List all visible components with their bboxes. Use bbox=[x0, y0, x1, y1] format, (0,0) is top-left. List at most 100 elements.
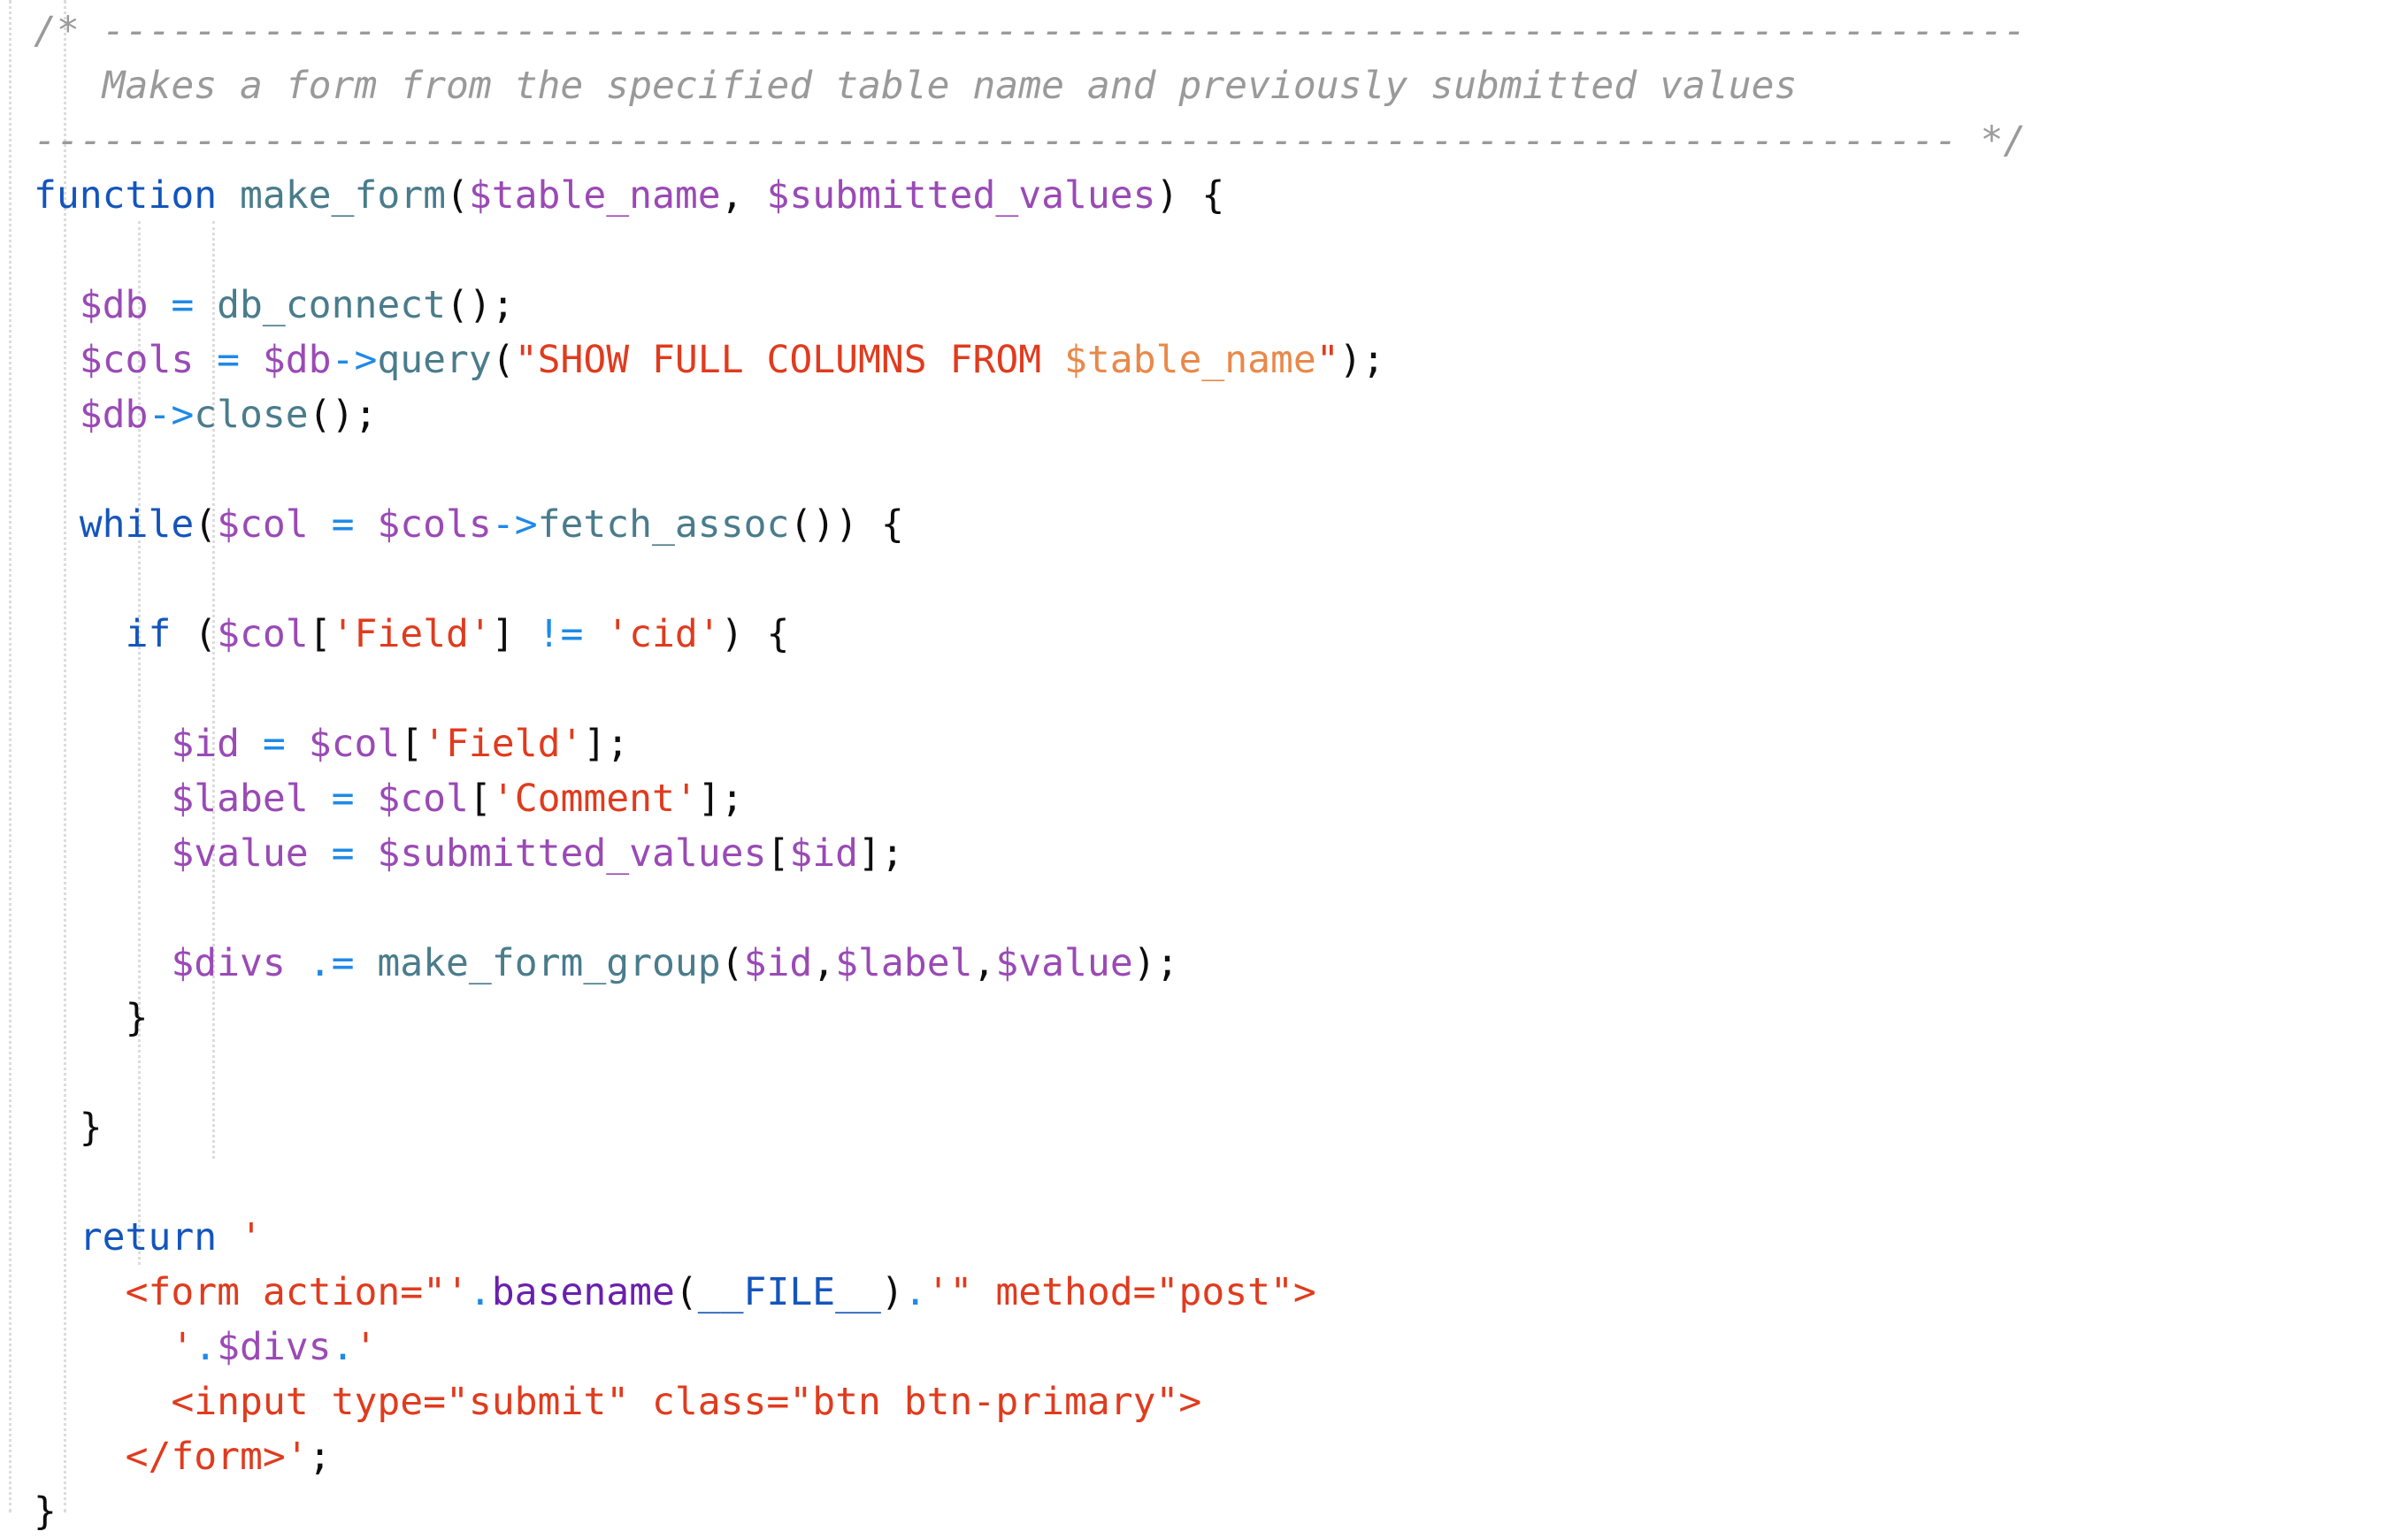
token-op: . bbox=[468, 1270, 492, 1314]
code-line[interactable]: if ($col['Field'] != 'cid') { bbox=[34, 607, 2408, 662]
token-var: $value bbox=[995, 941, 1133, 985]
token-op: = bbox=[262, 722, 286, 766]
code-line[interactable] bbox=[34, 223, 2408, 278]
token-var: $submitted_values bbox=[766, 173, 1156, 218]
token-string: 'Comment' bbox=[491, 777, 698, 821]
code-line[interactable]: $divs .= make_form_group($id,$label,$val… bbox=[34, 936, 2408, 991]
code-line[interactable]: } bbox=[34, 991, 2408, 1045]
code-line[interactable]: ----------------------------------------… bbox=[34, 113, 2408, 168]
token-comment: Makes a form from the specified table na… bbox=[34, 64, 1798, 108]
code-line[interactable]: '.$divs.' bbox=[34, 1320, 2408, 1374]
token-var: $divs bbox=[171, 941, 286, 985]
code-line[interactable]: $value = $submitted_values[$id]; bbox=[34, 826, 2408, 881]
token-string: <input type="submit" class="btn btn-prim… bbox=[171, 1380, 1202, 1424]
code-line[interactable]: $label = $col['Comment']; bbox=[34, 771, 2408, 826]
code-line[interactable]: function make_form($table_name, $submitt… bbox=[34, 168, 2408, 223]
token-punct: ()) { bbox=[789, 502, 904, 547]
code-line[interactable] bbox=[34, 662, 2408, 716]
code-line[interactable]: $cols = $db->query("SHOW FULL COLUMNS FR… bbox=[34, 333, 2408, 387]
token-punct: [ bbox=[308, 612, 332, 656]
code-line[interactable]: $id = $col['Field']; bbox=[34, 716, 2408, 771]
token-op: . bbox=[194, 1325, 218, 1369]
token-punct: ( bbox=[194, 502, 218, 547]
code-viewer[interactable]: /* -------------------------------------… bbox=[0, 0, 2408, 1534]
token-comment: /* -------------------------------------… bbox=[34, 9, 2027, 53]
token-punct: [ bbox=[468, 777, 492, 821]
token-keyword: return bbox=[79, 1215, 218, 1260]
code-line[interactable]: $db = db_connect(); bbox=[34, 278, 2408, 333]
code-line[interactable]: } bbox=[34, 1100, 2408, 1155]
token-var: $cols bbox=[377, 502, 492, 547]
token-func: query bbox=[377, 338, 492, 382]
code-line[interactable]: while($col = $cols->fetch_assoc()) { bbox=[34, 497, 2408, 552]
code-content[interactable]: /* -------------------------------------… bbox=[0, 4, 2408, 1539]
token-var: $db bbox=[262, 338, 332, 382]
token-string: ' bbox=[240, 1215, 263, 1260]
token-punct: , bbox=[720, 173, 744, 218]
token-var: $db bbox=[79, 283, 149, 327]
code-line[interactable] bbox=[34, 442, 2408, 497]
token-punct: ) bbox=[880, 1270, 904, 1314]
token-punct: , bbox=[972, 941, 996, 985]
token-string: " bbox=[1315, 338, 1339, 382]
token-punct: ); bbox=[1132, 941, 1179, 985]
token-op: = bbox=[217, 338, 241, 382]
code-line[interactable] bbox=[34, 1045, 2408, 1100]
token-punct: } bbox=[79, 1106, 103, 1150]
token-func: db_connect bbox=[217, 283, 447, 327]
token-punct: ]; bbox=[697, 777, 744, 821]
token-punct: ; bbox=[308, 1435, 332, 1479]
token-punct: } bbox=[34, 1489, 57, 1534]
code-line[interactable] bbox=[34, 881, 2408, 936]
token-punct: ); bbox=[1338, 338, 1385, 382]
code-line[interactable]: <form action="'.basename(__FILE__).'" me… bbox=[34, 1265, 2408, 1320]
code-line[interactable]: return ' bbox=[34, 1210, 2408, 1265]
token-comment: ----------------------------------------… bbox=[34, 119, 2027, 163]
token-string: 'Field' bbox=[331, 612, 492, 656]
token-op: . bbox=[903, 1270, 927, 1314]
code-line[interactable]: <input type="submit" class="btn btn-prim… bbox=[34, 1374, 2408, 1429]
token-punct: , bbox=[812, 941, 836, 985]
token-string: '" method="post"> bbox=[926, 1270, 1316, 1314]
code-line[interactable] bbox=[34, 552, 2408, 607]
token-punct: (); bbox=[308, 393, 378, 437]
code-line[interactable]: </form>'; bbox=[34, 1429, 2408, 1484]
token-punct: ]; bbox=[858, 831, 904, 876]
token-punct: ( bbox=[491, 338, 515, 382]
token-op: = bbox=[331, 777, 355, 821]
code-line[interactable]: } bbox=[34, 1484, 2408, 1539]
token-op: .= bbox=[308, 941, 355, 985]
token-var: $col bbox=[308, 722, 401, 766]
code-line[interactable]: $db->close(); bbox=[34, 387, 2408, 442]
token-punct: ( bbox=[194, 612, 218, 656]
code-line[interactable] bbox=[34, 1155, 2408, 1210]
token-func: make_form bbox=[240, 173, 446, 218]
token-var: $col bbox=[217, 502, 309, 547]
token-var: $submitted_values bbox=[377, 831, 767, 876]
code-line[interactable]: Makes a form from the specified table na… bbox=[34, 58, 2408, 113]
token-builtin: basename bbox=[491, 1270, 675, 1314]
token-func: close bbox=[194, 393, 309, 437]
token-op: -> bbox=[331, 338, 378, 382]
token-punct: ] bbox=[491, 612, 515, 656]
token-var: $id bbox=[171, 722, 241, 766]
token-var: $id bbox=[743, 941, 813, 985]
code-line[interactable]: /* -------------------------------------… bbox=[34, 4, 2408, 58]
